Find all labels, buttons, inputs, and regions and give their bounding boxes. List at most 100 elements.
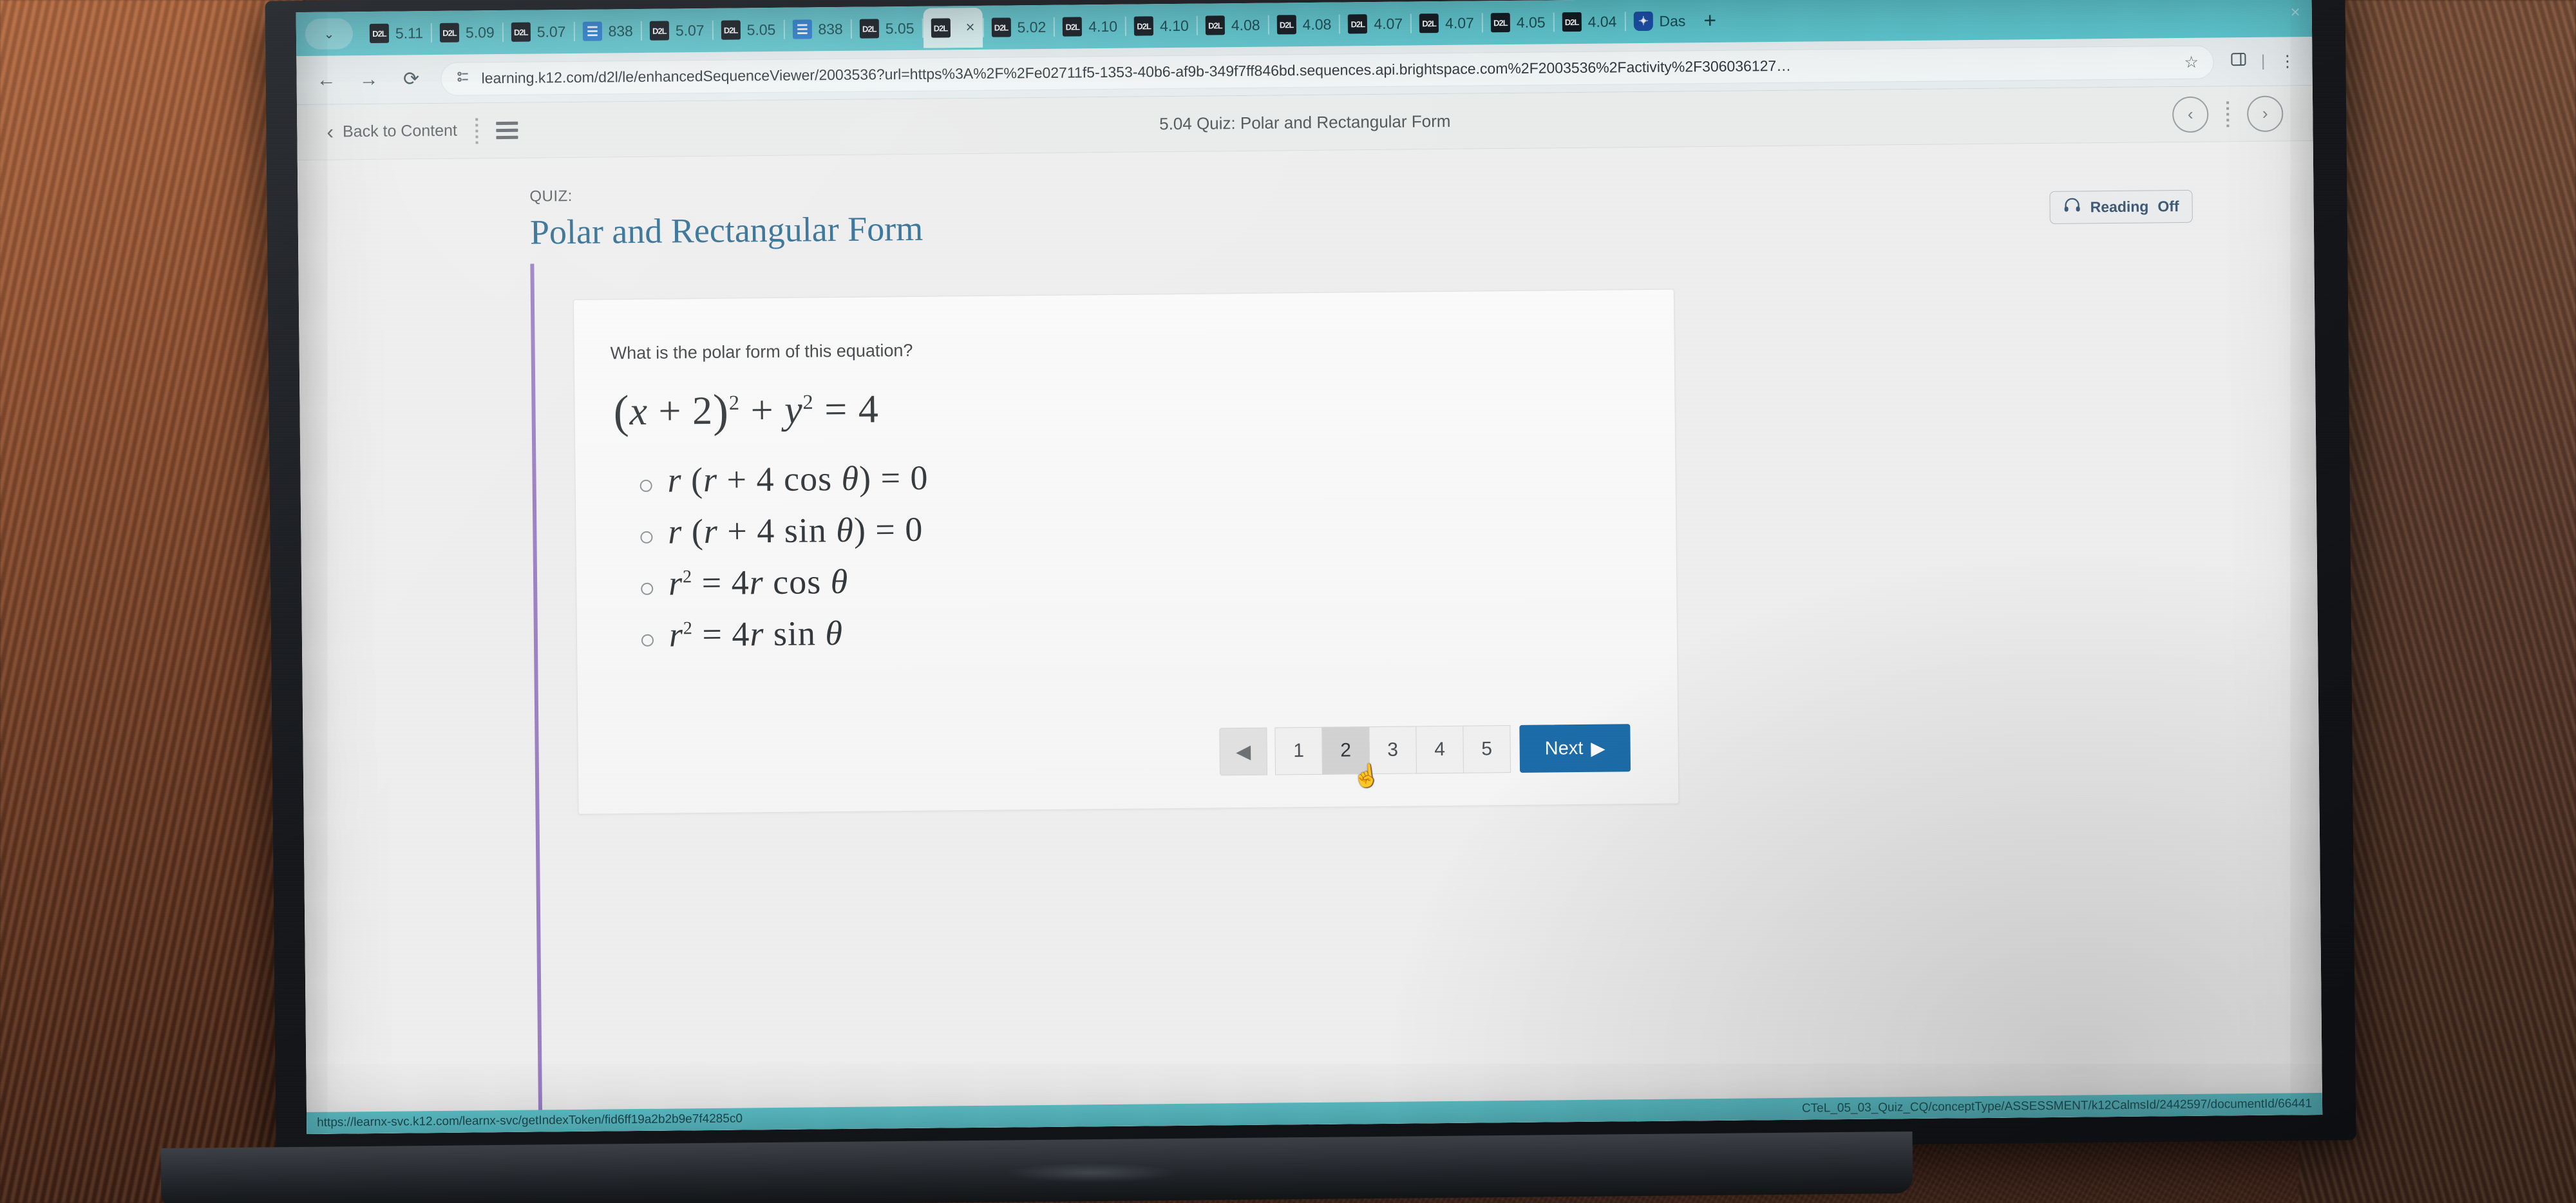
browser-tab[interactable]: D2L 4.08 [1269,5,1339,45]
back-to-content-button[interactable]: ‹ Back to Content [327,119,457,144]
browser-tab[interactable]: D2L 4.07 [1340,3,1410,44]
window-close-icon[interactable]: × [2290,2,2300,22]
browser-tab[interactable]: ✦ Das [1625,1,1693,41]
d2l-favicon-icon: D2L [649,21,670,41]
pagination-page-button[interactable]: 5 [1463,725,1511,773]
browser-tab[interactable]: D2L 4.10 [1055,6,1125,47]
laptop-screen: ⌄ D2L 5.11 D2L 5.09 D2L 5.07 ☰ 838 D2L 5.07 D2L 5.0… [296,0,2323,1135]
site-settings-icon[interactable] [455,69,471,88]
document-favicon-icon: ☰ [582,21,602,41]
tab-search-chevron-icon[interactable]: ⌄ [305,18,354,50]
tab-label: 5.07 [675,21,705,39]
tab-label: 5.11 [395,24,424,42]
tab-close-icon[interactable]: × [963,19,974,37]
previous-activity-button[interactable]: ‹ [2172,96,2209,133]
back-to-content-label: Back to Content [342,121,458,141]
browser-tab[interactable]: D2L × [923,7,983,48]
tab-label: 838 [818,20,843,37]
answer-option[interactable]: r (r + 4 cos θ) = 0 [639,451,1628,500]
browser-tab[interactable]: D2L 5.05 [713,10,783,50]
radio-button[interactable] [639,479,652,492]
chevron-left-icon: ‹ [327,120,334,144]
answer-option[interactable]: r2 = 4r cos θ [641,554,1629,603]
question-pagination: ◀ 1 2 ☝ 3 4 5 Next ▶ [1219,724,1631,790]
answer-option[interactable]: r2 = 4r sin θ [641,605,1630,655]
radio-button[interactable] [641,582,654,595]
next-button-label: Next [1544,737,1584,759]
browser-menu-icon[interactable]: ⋮ [2279,52,2295,71]
browser-tab[interactable]: D2L 5.09 [432,12,502,53]
pagination-pages: 1 2 ☝ 3 4 5 [1274,725,1511,790]
answer-options-list: r (r + 4 cos θ) = 0 r (r + 4 sin θ) = 0 r2… [611,451,1629,655]
tab-label: 4.10 [1159,17,1189,34]
browser-tab[interactable]: D2L 5.07 [642,10,712,51]
reload-icon[interactable]: ⟳ [398,68,424,90]
forward-icon[interactable]: → [355,68,381,90]
browser-tab[interactable]: D2L 5.11 [362,13,431,53]
headphones-icon [2063,198,2081,216]
tab-label: 4.08 [1231,16,1260,33]
tab-label: 4.08 [1302,15,1332,33]
tab-label: 5.05 [746,21,776,38]
answer-option[interactable]: r (r + 4 sin θ) = 0 [640,502,1629,552]
pagination-page-button[interactable]: 1 [1274,726,1323,775]
browser-tab[interactable]: D2L 5.07 [503,12,573,52]
quiz-body: QUIZ: Polar and Rectangular Form Reading… [297,141,2323,1135]
quiz-scroll-area: What is the polar form of this equation?… [534,247,2322,1132]
quiz-content-wrap: What is the polar form of this equation?… [298,247,2322,1134]
browser-tab[interactable]: D2L 4.04 [1554,1,1624,42]
d2l-favicon-icon: D2L [859,19,879,39]
mouse-cursor: ☝ [1351,762,1381,790]
browser-tab[interactable]: D2L 5.02 [983,7,1054,48]
next-question-button[interactable]: Next ▶ [1519,724,1631,773]
browser-tab[interactable]: D2L 4.08 [1198,5,1268,46]
d2l-favicon-icon: D2L [991,17,1011,37]
answer-option-text: r (r + 4 sin θ) = 0 [668,509,923,551]
d2l-favicon-icon: D2L [1490,12,1511,33]
pagination-page-button[interactable]: 2 ☝ [1321,726,1381,790]
browser-tab[interactable]: ☰ 838 [784,9,851,50]
bookmark-star-icon[interactable]: ☆ [2184,52,2199,71]
d2l-favicon-icon: D2L [1133,16,1154,36]
answer-option-text: r2 = 4r sin θ [668,613,844,654]
browser-tab[interactable]: D2L 4.10 [1126,6,1197,46]
next-activity-button[interactable]: › [2246,95,2284,132]
radio-button[interactable] [641,634,654,647]
menu-hamburger-icon[interactable] [495,121,518,140]
next-button-arrow-icon: ▶ [1591,738,1605,759]
radio-button[interactable] [640,531,653,544]
header-divider [475,117,478,144]
tab-label: 4.10 [1088,17,1118,35]
pagination-prev-button[interactable]: ◀ [1219,727,1268,776]
browser-tab[interactable]: D2L 4.07 [1412,3,1482,43]
tab-label: 5.02 [1017,18,1046,35]
back-icon[interactable]: ← [313,69,339,91]
answer-option-text: r (r + 4 cos θ) = 0 [667,458,929,500]
browser-tab[interactable]: D2L 5.05 [851,8,922,49]
browser-tab[interactable]: ☰ 838 [574,11,641,52]
browser-tab[interactable]: D2L 4.05 [1483,2,1553,43]
equation-plus-1: + [647,389,693,433]
quiz-heading-block: QUIZ: Polar and Rectangular Form Reading… [298,141,2314,254]
blanket-left [0,0,303,1203]
new-tab-button[interactable]: + [1693,8,1727,33]
equation-var-x: x [629,389,649,434]
tab-label: Das [1659,12,1686,30]
answer-option-text: r2 = 4r cos θ [668,562,849,603]
tab-label: 5.07 [536,23,566,40]
toolbar-divider: | [2260,52,2266,70]
equation-exponent-2: 2 [802,390,814,413]
web-page: ‹ Back to Content 5.04 Quiz: Polar and R… [296,86,2323,1135]
address-bar[interactable]: learning.k12.com/d2l/le/enhancedSequence… [440,45,2214,96]
d2l-favicon-icon: D2L [721,20,741,40]
d2l-favicon-icon: D2L [931,18,951,38]
split-screen-icon[interactable] [2230,52,2247,71]
document-favicon-icon: ☰ [792,19,812,39]
tab-label: 4.07 [1374,15,1403,32]
pagination-page-button[interactable]: 4 [1416,725,1464,774]
reading-toggle-button[interactable]: Reading Off [2049,189,2193,224]
equation-equals: = [813,387,859,432]
trackpad [1005,1163,1179,1182]
quiz-title: Polar and Rectangular Form [529,209,923,252]
laptop: ⌄ D2L 5.11 D2L 5.09 D2L 5.07 ☰ 838 D2L 5.07 D2L 5.0… [265,0,2356,1160]
